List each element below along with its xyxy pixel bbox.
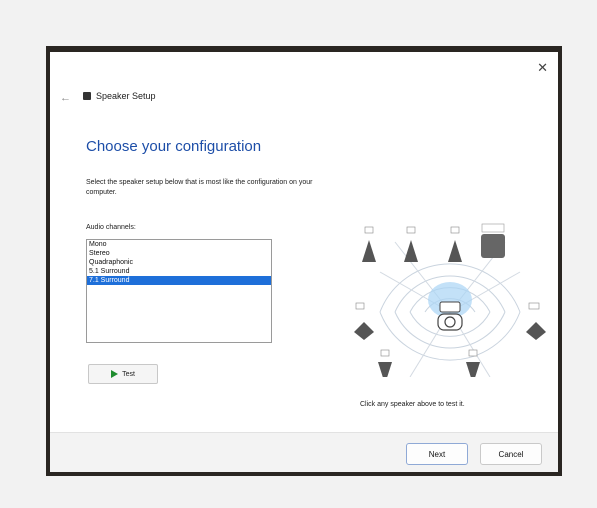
speaker-icon[interactable] xyxy=(354,302,374,340)
list-item-5-1-surround[interactable]: 5.1 Surround xyxy=(87,267,271,276)
audio-channels-list[interactable]: Mono Stereo Quadraphonic 5.1 Surround 7.… xyxy=(86,239,272,343)
audio-channels-label: Audio channels: xyxy=(86,224,136,231)
speaker-diagram xyxy=(354,223,546,377)
speaker-setup-window: ✕ ← Speaker Setup Choose your configurat… xyxy=(50,52,558,472)
window-title: Speaker Setup xyxy=(96,91,156,101)
test-button[interactable]: Test xyxy=(88,364,158,384)
speaker-icon[interactable] xyxy=(404,226,418,262)
test-button-label: Test xyxy=(122,370,135,378)
speaker-icon[interactable] xyxy=(362,226,376,262)
test-hint-text: Click any speaker above to test it. xyxy=(360,401,465,408)
cancel-button[interactable]: Cancel xyxy=(480,443,542,465)
listening-area xyxy=(428,282,472,318)
speaker-icon[interactable] xyxy=(526,302,546,340)
app-icon xyxy=(83,92,91,100)
speaker-icon[interactable] xyxy=(448,226,462,262)
next-button[interactable]: Next xyxy=(406,443,468,465)
speaker-icon[interactable] xyxy=(378,349,392,377)
list-item-7-1-surround[interactable]: 7.1 Surround xyxy=(87,276,271,285)
description-text: Select the speaker setup below that is m… xyxy=(86,179,313,196)
list-item-mono[interactable]: Mono xyxy=(87,240,271,249)
subwoofer-icon[interactable] xyxy=(481,223,505,258)
list-item-stereo[interactable]: Stereo xyxy=(87,249,271,258)
speaker-icon[interactable] xyxy=(466,349,480,377)
list-item-quadraphonic[interactable]: Quadraphonic xyxy=(87,258,271,267)
back-arrow-icon[interactable]: ← xyxy=(60,92,71,104)
dialog-footer: Next Cancel xyxy=(50,432,558,472)
listener-icon xyxy=(437,301,463,331)
close-icon[interactable]: ✕ xyxy=(537,60,548,76)
play-icon xyxy=(111,370,119,378)
page-heading: Choose your configuration xyxy=(86,138,262,155)
